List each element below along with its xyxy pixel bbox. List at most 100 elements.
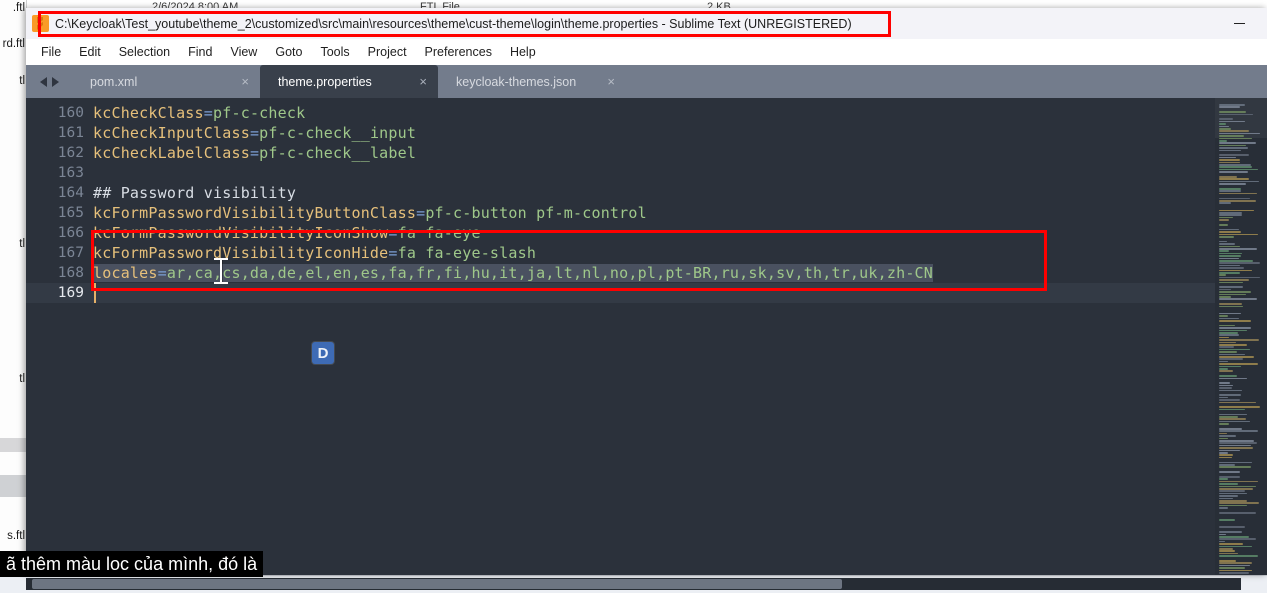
code-token-eq: = bbox=[157, 264, 167, 282]
menu-item-find[interactable]: Find bbox=[179, 42, 221, 62]
code-editor[interactable]: 160 161 162 163 164 165 166 167 168 169 kcCheckCl… bbox=[26, 98, 1267, 575]
minimap-line bbox=[1219, 159, 1240, 161]
minimap-line bbox=[1219, 178, 1249, 180]
explorer-file-name[interactable]: tl bbox=[19, 75, 25, 87]
minimap-line bbox=[1219, 538, 1256, 540]
tab-bar: pom.xml × theme.properties × keycloak-th… bbox=[26, 65, 1267, 98]
minimap-line bbox=[1219, 111, 1246, 113]
tab-next-arrow-icon[interactable] bbox=[51, 76, 59, 87]
menu-item-tools[interactable]: Tools bbox=[311, 42, 358, 62]
code-token-val: pf-c-check__label bbox=[259, 144, 417, 162]
minimap-line bbox=[1219, 351, 1237, 353]
explorer-file-name[interactable]: tl bbox=[19, 238, 25, 250]
minimap-line bbox=[1219, 140, 1227, 142]
text-caret bbox=[94, 283, 96, 303]
minimap-line bbox=[1219, 572, 1249, 574]
menu-item-file[interactable]: File bbox=[32, 42, 70, 62]
tab-nav-arrows[interactable] bbox=[26, 65, 72, 98]
minimap-line bbox=[1219, 164, 1251, 166]
menu-item-project[interactable]: Project bbox=[359, 42, 416, 62]
minimap-line bbox=[1219, 476, 1240, 478]
minimap-line bbox=[1219, 555, 1258, 557]
horizontal-scrollbar-track[interactable] bbox=[26, 578, 1241, 590]
minimap-line bbox=[1219, 216, 1233, 219]
minimap-line bbox=[1219, 125, 1229, 128]
horizontal-scrollbar-thumb[interactable] bbox=[32, 579, 842, 589]
code-line[interactable]: kcCheckClass=pf-c-check bbox=[93, 103, 305, 123]
minimize-button[interactable] bbox=[1219, 8, 1259, 39]
menu-item-edit[interactable]: Edit bbox=[70, 42, 110, 62]
minimap-line bbox=[1219, 298, 1257, 300]
code-token-eq: = bbox=[249, 124, 260, 142]
minimap-line bbox=[1219, 471, 1240, 473]
minimap-line bbox=[1219, 437, 1228, 440]
minimap-line bbox=[1219, 214, 1242, 216]
minimap-line bbox=[1219, 406, 1260, 408]
tab-close-icon[interactable]: × bbox=[397, 75, 427, 88]
minimap-line bbox=[1219, 336, 1229, 339]
code-token-key: kcFormPasswordVisibilityIconShow bbox=[93, 224, 389, 242]
code-line[interactable]: kcFormPasswordVisibilityIconShow=fa fa-e… bbox=[93, 223, 481, 243]
line-number: 161 bbox=[57, 125, 84, 141]
tab-pom-xml[interactable]: pom.xml × bbox=[72, 65, 260, 98]
minimap-line bbox=[1219, 147, 1248, 149]
menu-item-selection[interactable]: Selection bbox=[110, 42, 179, 62]
minimap-line bbox=[1219, 497, 1233, 500]
menu-item-help[interactable]: Help bbox=[501, 42, 545, 62]
menu-bar: File Edit Selection Find View Goto Tools… bbox=[26, 39, 1267, 66]
minimap-line bbox=[1219, 250, 1229, 252]
minimap-line bbox=[1219, 281, 1243, 284]
code-line[interactable]: kcCheckInputClass=pf-c-check__input bbox=[93, 123, 416, 143]
active-line-highlight bbox=[93, 283, 1267, 303]
tab-label: pom.xml bbox=[90, 74, 138, 89]
menu-item-preferences[interactable]: Preferences bbox=[416, 42, 501, 62]
minimap-line bbox=[1219, 240, 1227, 243]
explorer-left-pane[interactable]: .ftl rd.ftl tl tl tl s.ftl bbox=[0, 0, 27, 575]
minimap-line bbox=[1219, 356, 1254, 358]
code-text-area[interactable]: kcCheckClass=pf-c-check kcCheckInputClass… bbox=[93, 98, 1267, 575]
minimap-line bbox=[1219, 106, 1240, 108]
code-token-key: kcFormPasswordVisibilityIconHide bbox=[93, 244, 389, 262]
code-token-val: fa fa-eye bbox=[397, 224, 481, 242]
code-line[interactable]: kcFormPasswordVisibilityButtonClass=pf-c… bbox=[93, 203, 647, 223]
line-number: 169 bbox=[57, 285, 84, 301]
minimap-line bbox=[1219, 550, 1235, 552]
explorer-file-name[interactable]: .ftl bbox=[13, 2, 25, 14]
explorer-file-name[interactable]: tl bbox=[19, 373, 25, 385]
line-number: 164 bbox=[57, 185, 84, 201]
tab-close-icon[interactable]: × bbox=[219, 75, 249, 88]
minimap-line bbox=[1219, 190, 1241, 192]
explorer-file-name[interactable]: s.ftl bbox=[7, 530, 25, 542]
minimap-line bbox=[1219, 231, 1241, 233]
tab-theme-properties[interactable]: theme.properties × bbox=[260, 65, 438, 98]
minimap-line bbox=[1219, 303, 1242, 305]
tab-prev-arrow-icon[interactable] bbox=[39, 76, 47, 87]
minimap-line bbox=[1219, 339, 1259, 341]
tab-close-icon[interactable]: × bbox=[585, 75, 615, 88]
minimap-line bbox=[1219, 269, 1252, 272]
code-token-key: kcCheckLabelClass bbox=[93, 144, 250, 162]
minimap-line bbox=[1219, 252, 1242, 255]
code-token-val: pf-c-button pf-m-control bbox=[425, 204, 647, 222]
minimap-line bbox=[1219, 262, 1260, 264]
explorer-file-name[interactable]: rd.ftl bbox=[3, 38, 25, 50]
code-token-val: pf-c-check bbox=[213, 104, 306, 122]
minimap-line bbox=[1219, 346, 1234, 348]
tab-keycloak-themes-json[interactable]: keycloak-themes.json × bbox=[438, 65, 626, 98]
minimap-line bbox=[1219, 466, 1251, 468]
code-line[interactable]: ## Password visibility bbox=[93, 183, 296, 203]
minimap-line bbox=[1219, 363, 1258, 365]
minimap-line bbox=[1219, 507, 1228, 509]
minimap-line bbox=[1219, 209, 1254, 212]
minimap-line bbox=[1219, 399, 1240, 401]
minimap-line bbox=[1219, 228, 1239, 231]
minimap-line bbox=[1219, 485, 1256, 488]
minimap-line bbox=[1219, 305, 1243, 308]
menu-item-goto[interactable]: Goto bbox=[266, 42, 311, 62]
code-line[interactable]: kcFormPasswordVisibilityIconHide=fa fa-e… bbox=[93, 243, 536, 263]
minimap-line bbox=[1219, 188, 1241, 190]
line-number: 165 bbox=[57, 205, 84, 221]
menu-item-view[interactable]: View bbox=[221, 42, 266, 62]
code-line[interactable]: kcCheckLabelClass=pf-c-check__label bbox=[93, 143, 416, 163]
minimap[interactable] bbox=[1215, 98, 1267, 575]
